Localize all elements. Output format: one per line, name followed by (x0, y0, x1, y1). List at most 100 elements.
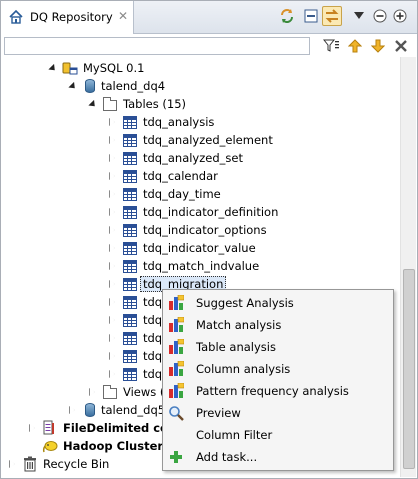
filter-input[interactable] (4, 37, 310, 55)
expand-arrow-icon[interactable] (67, 81, 78, 92)
menu-item-label: Add task... (196, 450, 258, 464)
expand-arrow-icon[interactable] (87, 387, 98, 398)
dq-repository-view: DQ Repository ✕ MySQL 0.1 talend_dq4 Tab… (0, 0, 418, 479)
tree-node-mysql[interactable]: MySQL 0.1 (47, 59, 144, 77)
table-row[interactable]: tdq_calendar (107, 167, 218, 185)
table-icon (123, 152, 137, 165)
table-icon (123, 170, 137, 183)
table-row[interactable]: tdq_ (107, 365, 168, 383)
analysis-bars-icon (169, 339, 184, 354)
file-delimited-icon (43, 420, 54, 435)
tree-label: talend_dq4 (101, 79, 166, 93)
table-row[interactable]: tdq_indicator_options (107, 221, 267, 239)
tree-label: FileDelimited con (63, 421, 177, 435)
expand-arrow-icon[interactable] (107, 333, 118, 344)
expand-arrow-icon[interactable] (107, 207, 118, 218)
close-icon[interactable]: ✕ (118, 9, 128, 23)
table-row[interactable]: tdq_indicator_definition (107, 203, 278, 221)
menu-item-suggest-analysis[interactable]: Suggest Analysis (163, 292, 393, 314)
table-icon (123, 224, 137, 237)
expand-arrow-icon[interactable] (107, 189, 118, 200)
expand-arrow-icon[interactable] (7, 459, 18, 470)
filter-icon[interactable] (321, 37, 341, 55)
table-row[interactable]: tdq_analyzed_set (107, 149, 243, 167)
expand-arrow-icon[interactable] (67, 405, 78, 416)
table-name: tdq_indicator_value (143, 241, 256, 255)
expand-arrow-icon[interactable] (107, 351, 118, 362)
table-row[interactable]: tdq_indicator_value (107, 239, 256, 257)
tree-node-views[interactable]: Views (0 (87, 383, 172, 401)
tree-node-talend-dq5[interactable]: talend_dq5 (67, 401, 165, 419)
table-icon (123, 314, 137, 327)
expand-arrow-icon[interactable] (107, 135, 118, 146)
menu-item-column-analysis[interactable]: Column analysis (163, 358, 393, 380)
expand-arrow-icon[interactable] (107, 315, 118, 326)
table-icon (123, 368, 137, 381)
view-menu-icon[interactable] (349, 6, 369, 26)
expand-arrow-icon[interactable] (107, 369, 118, 380)
tree-node-talend-dq4[interactable]: talend_dq4 (67, 77, 165, 95)
expand-arrow-icon[interactable] (107, 279, 118, 290)
menu-item-label: Table analysis (196, 340, 276, 354)
home-icon (9, 9, 23, 24)
scrollbar-thumb[interactable] (403, 269, 415, 469)
recycle-bin-icon (24, 456, 36, 472)
menu-item-label: Column analysis (196, 362, 291, 376)
menu-item-add-task[interactable]: Add task... (163, 446, 393, 468)
analysis-bars-icon (169, 361, 184, 376)
menu-item-label: Match analysis (196, 318, 282, 332)
expand-arrow-icon[interactable] (27, 423, 38, 434)
table-row[interactable]: tdq_ (107, 347, 168, 365)
table-icon (123, 242, 137, 255)
menu-item-column-filter[interactable]: Column Filter (163, 424, 393, 446)
expand-arrow-icon[interactable] (47, 63, 58, 74)
menu-item-table-analysis[interactable]: Table analysis (163, 336, 393, 358)
tree-label: Tables (15) (123, 97, 186, 111)
maximize-icon[interactable] (390, 6, 410, 26)
tab-title: DQ Repository (30, 10, 113, 24)
move-up-icon[interactable] (345, 37, 365, 55)
menu-item-pattern-frequency-analysis[interactable]: Pattern frequency analysis (163, 380, 393, 402)
view-header: DQ Repository ✕ (1, 1, 417, 34)
vertical-scrollbar[interactable] (400, 57, 416, 477)
folder-icon (103, 96, 117, 111)
table-row[interactable]: tdq_ (107, 329, 168, 347)
expand-arrow-icon[interactable] (107, 261, 118, 272)
table-icon (123, 296, 137, 309)
analysis-bars-icon (169, 295, 184, 310)
expand-arrow-icon[interactable] (107, 171, 118, 182)
plus-icon (170, 451, 182, 463)
menu-item-match-analysis[interactable]: Match analysis (163, 314, 393, 336)
minimize-icon[interactable] (370, 6, 390, 26)
expand-arrow-icon[interactable] (107, 153, 118, 164)
expand-arrow-icon[interactable] (107, 225, 118, 236)
table-row[interactable]: tdq_ (107, 293, 168, 311)
table-name: tdq_match_indvalue (143, 259, 260, 273)
expand-arrow-icon[interactable] (87, 99, 98, 110)
tree-label: Recycle Bin (43, 457, 110, 471)
expand-arrow-icon[interactable] (107, 243, 118, 254)
collapse-all-icon[interactable] (301, 6, 321, 26)
clear-icon[interactable] (391, 37, 411, 55)
table-row[interactable]: tdq_analyzed_element (107, 131, 273, 149)
table-row[interactable]: tdq_day_time (107, 185, 221, 203)
table-name: tdq_calendar (143, 169, 218, 183)
tree-node-tables[interactable]: Tables (15) (87, 95, 186, 113)
table-row[interactable]: tdq_match_indvalue (107, 257, 259, 275)
move-down-icon[interactable] (368, 37, 388, 55)
tree-node-recycle-bin[interactable]: Recycle Bin (7, 455, 109, 473)
expand-arrow-icon[interactable] (107, 297, 118, 308)
link-with-editor-icon[interactable] (322, 6, 342, 26)
table-row[interactable]: tdq_analysis (107, 113, 214, 131)
tab-dq-repository[interactable]: DQ Repository ✕ (1, 1, 134, 34)
tree-node-file-delimited[interactable]: FileDelimited con (27, 419, 176, 437)
expand-arrow-icon[interactable] (107, 117, 118, 128)
database-icon (85, 403, 95, 417)
table-name: tdq_analysis (143, 115, 215, 129)
tree-node-hadoop[interactable]: Hadoop Cluster (42, 437, 163, 455)
table-row[interactable]: tdq_ (107, 311, 168, 329)
table-icon (123, 350, 137, 363)
sync-icon[interactable] (277, 6, 297, 26)
context-menu: Suggest Analysis Match analysis Table an… (162, 289, 394, 471)
menu-item-preview[interactable]: Preview (163, 402, 393, 424)
